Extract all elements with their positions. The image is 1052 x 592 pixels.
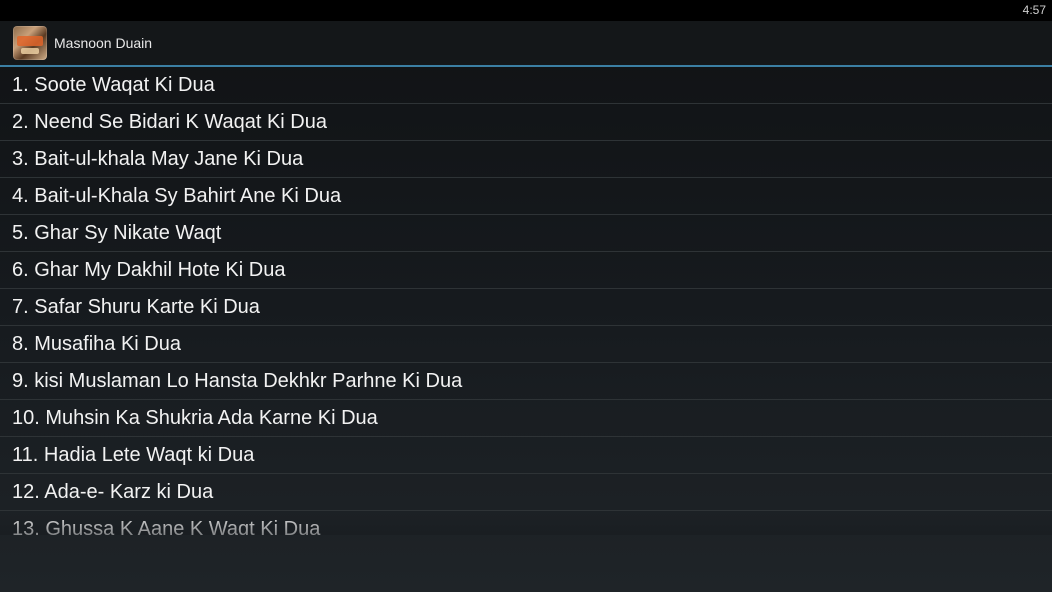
list-item-label: 8. Musafiha Ki Dua [12,332,181,355]
status-time: 4:57 [1022,3,1046,17]
list-item-label: 13. Ghussa K Aane K Waqt Ki Dua [12,517,321,536]
list-item-label: 11. Hadia Lete Waqt ki Dua [12,443,255,466]
list-item-label: 10. Muhsin Ka Shukria Ada Karne Ki Dua [12,406,378,429]
list-item[interactable]: 7. Safar Shuru Karte Ki Dua [0,289,1052,326]
action-bar: Masnoon Duain [0,21,1052,67]
dua-list[interactable]: 1. Soote Waqat Ki Dua 2. Neend Se Bidari… [0,67,1052,535]
list-item-label: 9. kisi Muslaman Lo Hansta Dekhkr Parhne… [12,369,463,392]
list-item-label: 6. Ghar My Dakhil Hote Ki Dua [12,258,286,281]
app-screen: 4:57 Masnoon Duain 1. Soote Waqat Ki Dua… [0,0,1052,592]
list-item[interactable]: 9. kisi Muslaman Lo Hansta Dekhkr Parhne… [0,363,1052,400]
list-item[interactable]: 11. Hadia Lete Waqt ki Dua [0,437,1052,474]
app-logo-band [17,36,43,46]
list-item[interactable]: 12. Ada-e- Karz ki Dua [0,474,1052,511]
app-logo-band-lower [21,48,39,54]
list-item-label: 12. Ada-e- Karz ki Dua [12,480,214,503]
list-item[interactable]: 8. Musafiha Ki Dua [0,326,1052,363]
status-bar: 4:57 [0,0,1052,21]
list-item[interactable]: 4. Bait-ul-Khala Sy Bahirt Ane Ki Dua [0,178,1052,215]
list-item[interactable]: 6. Ghar My Dakhil Hote Ki Dua [0,252,1052,289]
list-item-label: 1. Soote Waqat Ki Dua [12,73,215,96]
list-item[interactable]: 10. Muhsin Ka Shukria Ada Karne Ki Dua [0,400,1052,437]
app-title: Masnoon Duain [54,35,153,51]
list-item[interactable]: 13. Ghussa K Aane K Waqt Ki Dua [0,511,1052,536]
list-item-label: 5. Ghar Sy Nikate Waqt [12,221,222,244]
list-item[interactable]: 5. Ghar Sy Nikate Waqt [0,215,1052,252]
app-logo-icon[interactable] [13,26,47,60]
list-item-label: 4. Bait-ul-Khala Sy Bahirt Ane Ki Dua [12,184,342,207]
list-item-label: 3. Bait-ul-khala May Jane Ki Dua [12,147,304,170]
list-item[interactable]: 1. Soote Waqat Ki Dua [0,67,1052,104]
list-item[interactable]: 3. Bait-ul-khala May Jane Ki Dua [0,141,1052,178]
list-item-label: 7. Safar Shuru Karte Ki Dua [12,295,260,318]
list-item-label: 2. Neend Se Bidari K Waqat Ki Dua [12,110,327,133]
list-item[interactable]: 2. Neend Se Bidari K Waqat Ki Dua [0,104,1052,141]
